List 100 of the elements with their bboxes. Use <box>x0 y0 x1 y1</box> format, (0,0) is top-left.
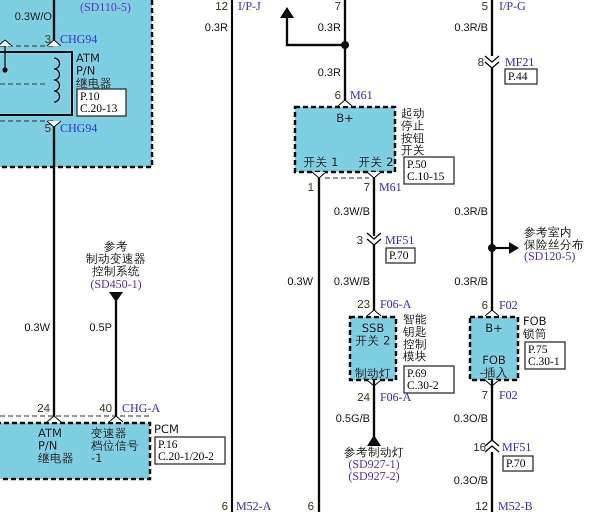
page-reference: P.10 C.20-13 <box>76 88 127 117</box>
wire <box>490 0 494 56</box>
page-reference: P.70 <box>385 247 416 264</box>
wire-label: 0.3R/B <box>454 276 488 288</box>
pin-number: 6 <box>482 300 488 312</box>
pin-function-label: 变速器 档位信号 -1 <box>91 426 139 466</box>
wire-label: 0.3R/B <box>454 206 488 218</box>
page-reference: P.70 <box>502 455 534 472</box>
pin-number: 8 <box>478 57 484 69</box>
page-reference: P.75 C.30-1 <box>524 341 566 370</box>
wire-label: 0.3W/B <box>334 276 370 288</box>
connector-label: M61 <box>350 88 373 102</box>
arrow-wire <box>280 0 346 46</box>
pin-function-label: B+ <box>485 321 503 335</box>
pin-terminal-icon <box>366 309 382 316</box>
reference-link[interactable]: (SD927-2) <box>348 469 400 483</box>
component-label: 智能 钥匙 控制 模块 <box>403 312 427 364</box>
wire <box>372 380 376 437</box>
pin-number: 3 <box>44 34 51 46</box>
component-block <box>468 316 520 382</box>
page-reference: P.69 C.30-2 <box>403 365 455 394</box>
reference-link[interactable]: (SD110-5) <box>80 0 131 14</box>
pin-terminal-icon <box>108 415 124 422</box>
connector-label: CHG-A <box>122 401 160 415</box>
reference-link[interactable]: (SD450-1) <box>90 277 142 291</box>
pin-number: 5 <box>44 123 51 135</box>
pin-terminal-icon <box>366 172 382 179</box>
pin-number: 5 <box>482 1 488 13</box>
pin-function-label: 制动灯 <box>355 366 391 380</box>
wire-label: 0.3R <box>318 22 341 34</box>
connector-label: M61 <box>379 180 402 194</box>
pin-number: 23 <box>357 299 370 311</box>
component-label: ATM P/N 继电器 <box>76 51 112 90</box>
pin-terminal-icon <box>46 415 62 422</box>
arrow-icon <box>109 292 123 302</box>
page-reference: P.44 <box>504 68 538 85</box>
wire-label: 0.3R <box>318 67 341 79</box>
pin-number: 1 <box>308 182 314 194</box>
pin-function-label: ATM P/N 继电器 <box>38 426 74 466</box>
arrow-icon <box>367 435 381 446</box>
switch-contact-drawing <box>2 46 8 73</box>
pin-number: 7 <box>364 182 370 194</box>
connector-label: F02 <box>499 388 518 402</box>
wire-label: 0.5G/B <box>336 413 370 425</box>
pin-number: 6 <box>308 501 314 512</box>
pin-number: 6 <box>334 90 341 102</box>
pin-number: 12 <box>215 1 228 13</box>
wire-label: 0.3R <box>204 22 228 34</box>
pin-number: 24 <box>37 403 50 415</box>
component-label: 参考 制动变速器 控制系统 <box>86 239 146 278</box>
wire-label: 0.3W/B <box>334 206 370 218</box>
connector-label: MF51 <box>502 440 532 454</box>
connector-icon <box>484 55 500 69</box>
pin-terminal-icon <box>338 99 352 106</box>
reference-link[interactable]: (SD120-5) <box>524 249 576 263</box>
pin-function-label: SSB 开关 2 <box>356 321 390 348</box>
component-block <box>348 316 398 382</box>
wire <box>490 452 494 512</box>
wire-label: 0.3O/B <box>454 413 488 425</box>
pin-number: 3 <box>356 235 363 247</box>
reference-link[interactable]: (SD927-1) <box>348 457 400 471</box>
component-label: 参考制动灯 <box>344 445 404 459</box>
pin-terminal-icon <box>484 380 500 387</box>
pin-terminal-icon <box>366 380 382 387</box>
pin-terminal-icon <box>312 172 326 179</box>
pin-function-label: FOB -插入 <box>480 353 508 380</box>
pin-terminal-icon <box>0 39 12 46</box>
wire-label: 0.3O/B <box>454 475 488 487</box>
connector-label: CHG94 <box>60 32 98 46</box>
pin-function-label: B+ <box>336 111 354 125</box>
page-reference: P.16 C.20-1/20-2 <box>154 436 226 465</box>
pin-number: 7 <box>334 1 341 13</box>
component-label: PCM <box>154 422 179 436</box>
wire-label: 0.5P <box>89 322 112 334</box>
junction-dot <box>488 244 496 252</box>
connector-label: M52-B <box>498 499 533 512</box>
wire-label: 0.3W/O <box>14 11 52 23</box>
connector-label: I/P-G <box>499 0 526 13</box>
pin-number: 24 <box>357 392 370 404</box>
connector-label: CHG94 <box>60 121 98 135</box>
connector-label: F06-A <box>380 297 412 311</box>
component-label: 参考室内 保险丝分布 <box>524 225 584 252</box>
wire-label: 0.3R/B <box>454 22 488 34</box>
pin-number: 40 <box>99 403 112 415</box>
coil-icon <box>53 57 60 103</box>
connector-icon <box>366 232 382 246</box>
pin-function-label: 开关 2 <box>358 155 394 169</box>
connector-label: MF51 <box>385 233 414 247</box>
connector-label: F02 <box>499 298 518 312</box>
pin-number: 12 <box>475 501 488 512</box>
pin-number: 6 <box>222 501 228 512</box>
junction-dot <box>341 41 349 49</box>
connector-label: M52-A <box>236 499 272 512</box>
component-label: 起动 停止 按钮 开关 <box>401 106 425 158</box>
wire <box>490 380 494 441</box>
wire-label: 0.3W <box>287 276 313 288</box>
connector-label: I/P-J <box>238 0 261 13</box>
pin-number: 16 <box>473 442 486 454</box>
pin-number: 7 <box>482 390 488 402</box>
page-reference: P.50 C.10-15 <box>403 156 455 185</box>
